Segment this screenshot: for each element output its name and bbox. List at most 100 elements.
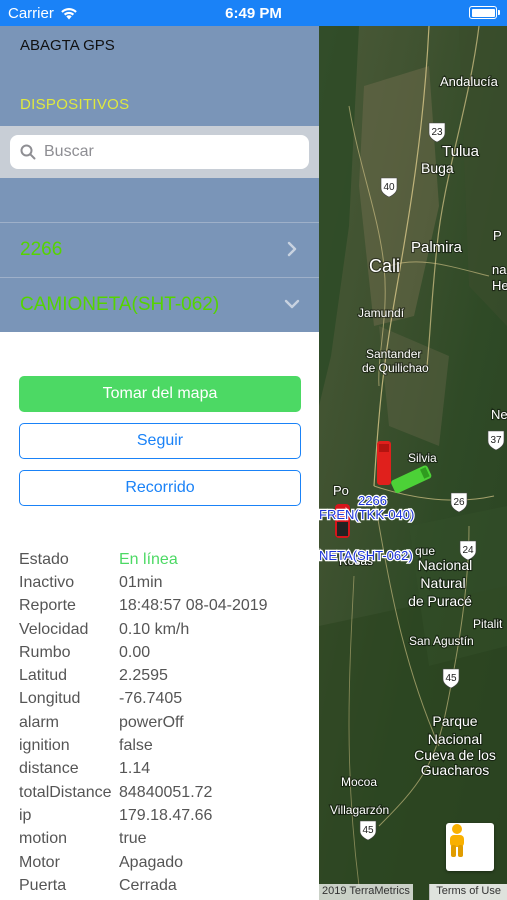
place-label: Silvia [408,451,437,465]
road-shield-label: 45 [362,825,374,836]
road-shield-label: 40 [383,182,395,193]
terms-of-use-link[interactable]: Terms of Use [429,884,507,900]
info-row-motor: Motor Apagado [19,851,319,874]
info-value: Apagado [119,853,184,871]
status-time: 6:49 PM [225,4,282,22]
place-label: Guacharos [421,762,489,778]
section-title: DISPOSITIVOS [20,96,130,113]
road-shield-label: 45 [445,673,457,684]
place-label: na [492,262,507,277]
info-row-total-distance: totalDistance 84840051.72 [19,781,319,804]
info-value: 0.10 km/h [119,620,190,638]
device-row-camioneta[interactable]: CAMIONETA(SHT-062) [0,278,319,332]
info-key: ignition [19,737,70,755]
chevron-down-icon [284,299,300,309]
info-key: Reporte [19,597,76,615]
info-row-estado: Estado En línea [19,548,319,571]
device-row-2266[interactable]: 2266 [0,223,319,277]
place-label: Jamundí [358,306,405,320]
place-label: Cueva de los [414,747,496,763]
info-key: alarm [19,713,60,731]
device-panel: ABAGTA GPS DISPOSITIVOS 2266 CAMIONETA(S… [0,26,319,900]
search-box[interactable] [10,135,309,169]
place-label: He [492,278,507,293]
place-label: San Agustín [409,634,474,648]
pegman-icon [450,824,464,857]
info-row-reporte: Reporte 18:48:57 08-04-2019 [19,595,319,618]
info-row-ip: ip 179.18.47.66 [19,804,319,827]
street-view-pegman-button[interactable] [446,823,494,871]
info-key: Estado [19,550,69,568]
search-bar [0,126,319,178]
follow-button[interactable]: Seguir [19,423,301,459]
map-copyright: 2019 TerraMetrics [319,884,413,900]
info-row-inactivo: Inactivo 01min [19,571,319,594]
info-row-rumbo: Rumbo 0.00 [19,641,319,664]
info-key: totalDistance [19,783,112,801]
search-input[interactable] [44,143,284,161]
place-label: de Quilichao [362,361,429,375]
place-label: Villagarzón [330,803,389,817]
info-value: 84840051.72 [119,783,213,801]
info-row-velocidad: Velocidad 0.10 km/h [19,618,319,641]
info-value: Cerrada [119,876,177,894]
road-shield-label: 23 [431,127,443,138]
app-title: ABAGTA GPS [20,37,115,54]
info-row-motion: motion true [19,828,319,851]
info-value: 179.18.47.66 [119,806,213,824]
info-value: true [119,830,147,848]
place-label: de Puracé [408,593,472,609]
info-key: Motor [19,853,60,871]
take-from-map-button[interactable]: Tomar del mapa [19,376,301,412]
place-label: Pitalit [473,617,503,631]
info-value: 18:48:57 08-04-2019 [119,597,268,615]
vehicle-label: 2266 [358,493,387,508]
device-name: CAMIONETA(SHT-062) [20,294,220,315]
place-label: Santander [366,347,421,361]
road-shield-label: 37 [490,435,502,446]
status-bar: Carrier 6:49 PM [0,0,507,26]
vehicle-marker-2266[interactable] [377,441,391,485]
battery-icon [469,6,500,19]
place-label: Natural [420,575,465,591]
place-label: Ne [491,407,507,422]
vehicle-label: NETA(SHT-062) [319,548,413,563]
device-name: 2266 [20,239,63,260]
place-label: Andalucía [440,74,499,89]
info-row-ignition: ignition false [19,734,319,757]
info-row-alarm: alarm powerOff [19,711,319,734]
panel-header: ABAGTA GPS DISPOSITIVOS 2266 CAMIONETA(S… [0,26,319,332]
info-key: Velocidad [19,620,89,638]
satellite-map[interactable]: 23 40 37 26 24 45 45 Andalucía Tulua Bug… [319,26,507,900]
info-key: motion [19,830,68,848]
info-row-distance: distance 1.14 [19,758,319,781]
info-row-latitud: Latitud 2.2595 [19,664,319,687]
place-label: Mocoa [341,775,377,789]
info-key: Longitud [19,690,81,708]
info-value: -76.7405 [119,690,183,708]
info-row-longitud: Longitud -76.7405 [19,688,319,711]
vehicle-label: FREN(TKK-040) [319,507,414,522]
place-label: Nacional [428,731,482,747]
place-label: Tulua [442,143,480,160]
info-row-puerta: Puerta Cerrada [19,874,319,897]
place-label: Palmira [411,239,463,256]
search-icon [20,144,36,160]
info-value: false [119,737,153,755]
road-shield-label: 24 [462,545,474,556]
chevron-right-icon [287,241,297,257]
place-label: P [493,228,502,243]
info-key: distance [19,760,79,778]
info-value: En línea [119,550,178,568]
info-key: Latitud [19,667,68,685]
place-label: que [415,544,435,558]
device-info-list: Estado En línea Inactivo 01min Reporte 18:4… [19,548,319,897]
place-label: Cali [369,256,400,276]
place-label: Buga [421,160,454,176]
place-label: Po [333,483,349,498]
route-button[interactable]: Recorrido [19,470,301,506]
info-key: ip [19,806,32,824]
info-value: 0.00 [119,643,151,661]
info-value: 01min [119,573,163,591]
info-key: Rumbo [19,643,71,661]
